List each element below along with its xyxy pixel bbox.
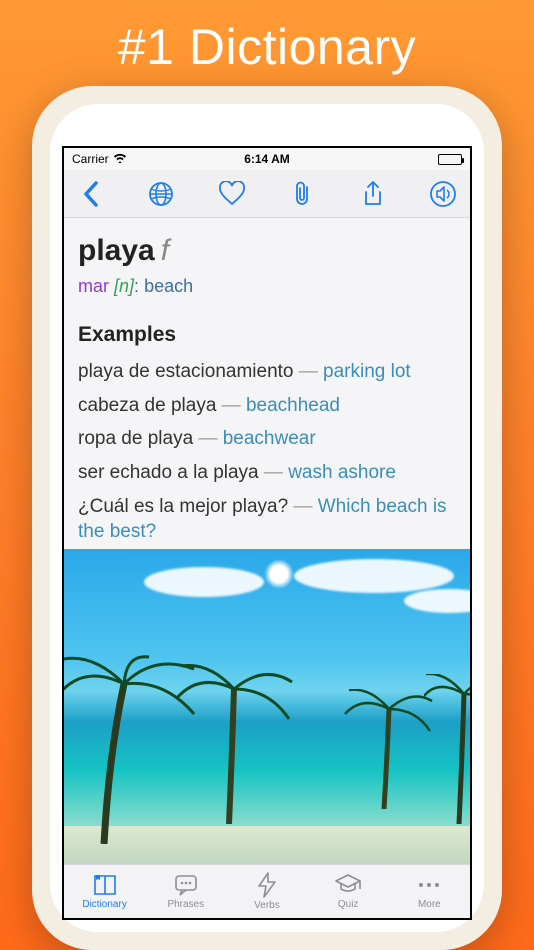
verbs-icon	[256, 872, 278, 898]
tab-label: More	[418, 899, 441, 910]
example-translation[interactable]: parking lot	[323, 361, 411, 382]
example-source: cabeza de playa	[78, 395, 216, 416]
phone-frame: Carrier 6:14 AM	[32, 86, 502, 950]
sense-translation: beach	[144, 276, 193, 296]
tab-verbs[interactable]: Verbs	[226, 872, 307, 911]
tab-label: Dictionary	[82, 899, 126, 910]
more-icon	[416, 873, 442, 897]
tab-quiz[interactable]: Quiz	[308, 873, 389, 910]
example-row: cabeza de playa — beachhead	[64, 389, 470, 423]
sense-colon: :	[134, 276, 139, 296]
tab-more[interactable]: More	[389, 873, 470, 910]
screen: Carrier 6:14 AM	[62, 146, 472, 920]
example-dash: —	[264, 462, 283, 483]
example-source: ser echado a la playa	[78, 462, 259, 483]
sense-line: mar [n]: beach	[78, 276, 456, 297]
example-dash: —	[198, 428, 217, 449]
carrier-label: Carrier	[72, 152, 109, 166]
entry-image	[64, 549, 470, 864]
headword: playa	[78, 234, 155, 267]
toolbar	[64, 170, 470, 218]
sense-grammar: [n]	[114, 276, 134, 296]
example-source: ropa de playa	[78, 428, 193, 449]
example-translation[interactable]: beachhead	[246, 395, 340, 416]
battery-icon	[438, 154, 462, 165]
example-row: playa de estacionamiento — parking lot	[64, 355, 470, 389]
content-area: playaf mar [n]: beach Examples playa de …	[64, 218, 470, 864]
example-dash: —	[222, 395, 241, 416]
example-translation[interactable]: wash ashore	[288, 462, 396, 483]
example-row: ¿Cuál es la mejor playa? — Which beach i…	[64, 490, 470, 549]
example-dash: —	[299, 361, 318, 382]
tab-dictionary[interactable]: Dictionary	[64, 873, 145, 910]
tab-label: Phrases	[167, 899, 204, 910]
sense-domain: mar	[78, 276, 109, 296]
tab-bar: Dictionary Phrases Verbs	[64, 864, 470, 918]
dictionary-icon	[92, 873, 118, 897]
status-bar: Carrier 6:14 AM	[64, 148, 470, 170]
quiz-icon	[334, 873, 362, 897]
promo-title: #1 Dictionary	[118, 18, 416, 76]
wifi-icon	[113, 152, 127, 166]
example-row: ser echado a la playa — wash ashore	[64, 456, 470, 490]
tab-phrases[interactable]: Phrases	[145, 873, 226, 910]
heart-icon[interactable]	[217, 179, 247, 209]
example-dash: —	[293, 496, 312, 517]
phrases-icon	[173, 873, 199, 897]
tab-label: Quiz	[338, 899, 359, 910]
tab-label: Verbs	[254, 900, 280, 911]
paperclip-icon[interactable]	[287, 179, 317, 209]
gender-label: f	[161, 234, 169, 267]
globe-icon[interactable]	[146, 179, 176, 209]
speaker-icon[interactable]	[428, 179, 458, 209]
example-source: playa de estacionamiento	[78, 361, 293, 382]
status-time: 6:14 AM	[244, 152, 290, 166]
back-button[interactable]	[76, 179, 106, 209]
share-icon[interactable]	[358, 179, 388, 209]
example-source: ¿Cuál es la mejor playa?	[78, 496, 288, 517]
dictionary-entry: playaf mar [n]: beach	[64, 218, 470, 303]
examples-heading: Examples	[78, 323, 456, 347]
example-translation[interactable]: beachwear	[223, 428, 316, 449]
example-row: ropa de playa — beachwear	[64, 422, 470, 456]
